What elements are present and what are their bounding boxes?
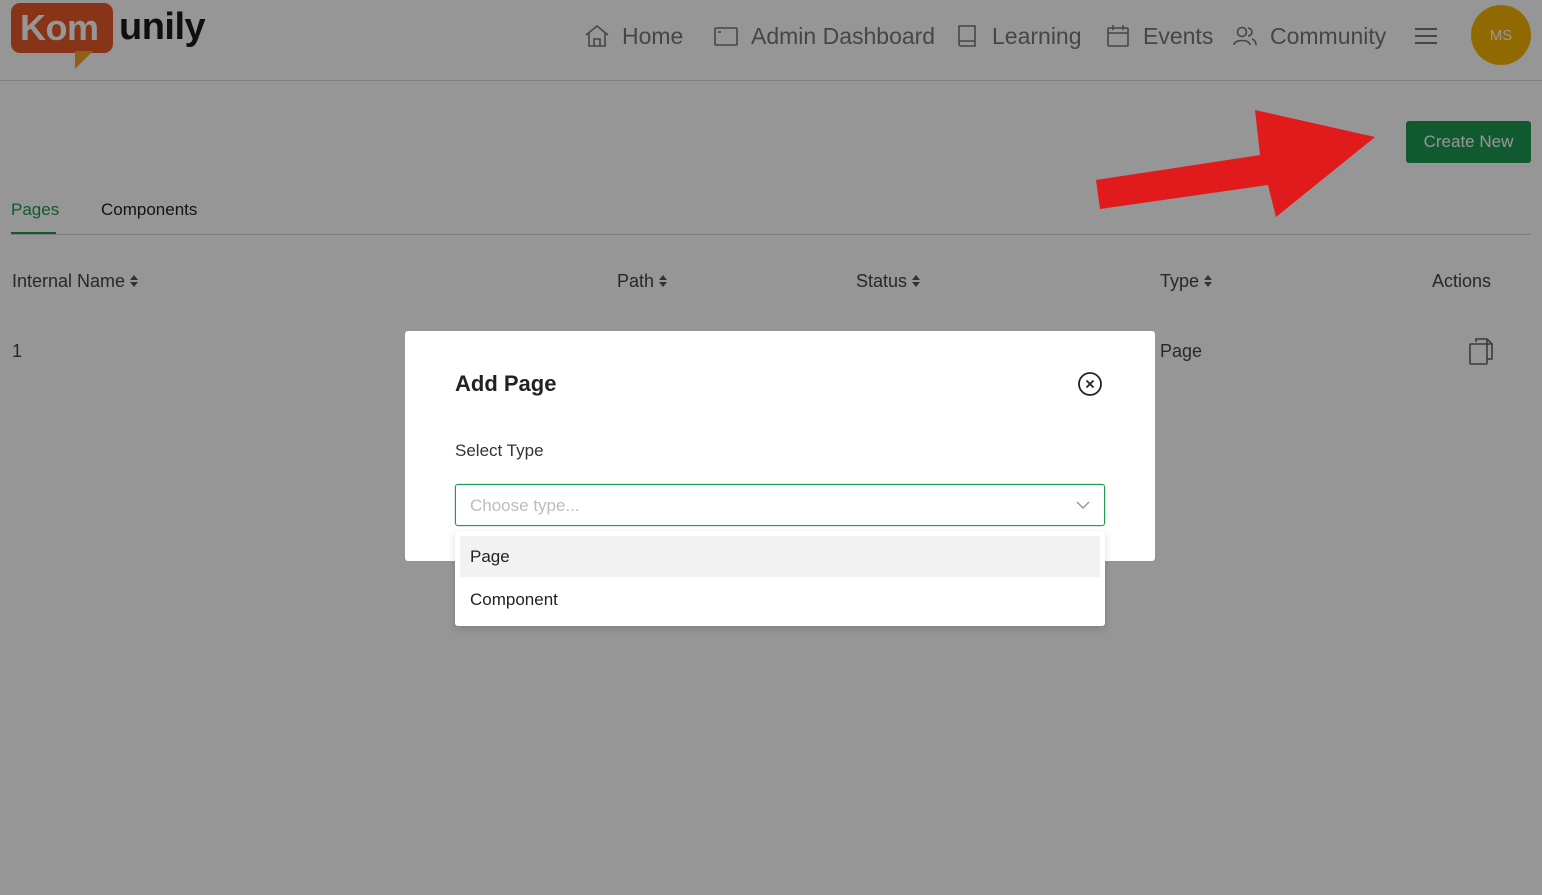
add-page-modal: Add Page Select Type Choose type... — [405, 331, 1155, 561]
option-component[interactable]: Component — [460, 579, 1100, 620]
type-select[interactable]: Choose type... — [455, 484, 1105, 526]
select-type-label: Select Type — [455, 441, 544, 460]
chevron-down-icon — [1076, 498, 1090, 512]
option-page[interactable]: Page — [460, 536, 1100, 577]
type-dropdown-menu: Page Component — [455, 531, 1105, 626]
modal-title: Add Page — [455, 371, 557, 396]
close-icon[interactable] — [1077, 371, 1103, 397]
annotation-arrow-icon — [1096, 110, 1375, 217]
select-placeholder: Choose type... — [470, 496, 580, 515]
